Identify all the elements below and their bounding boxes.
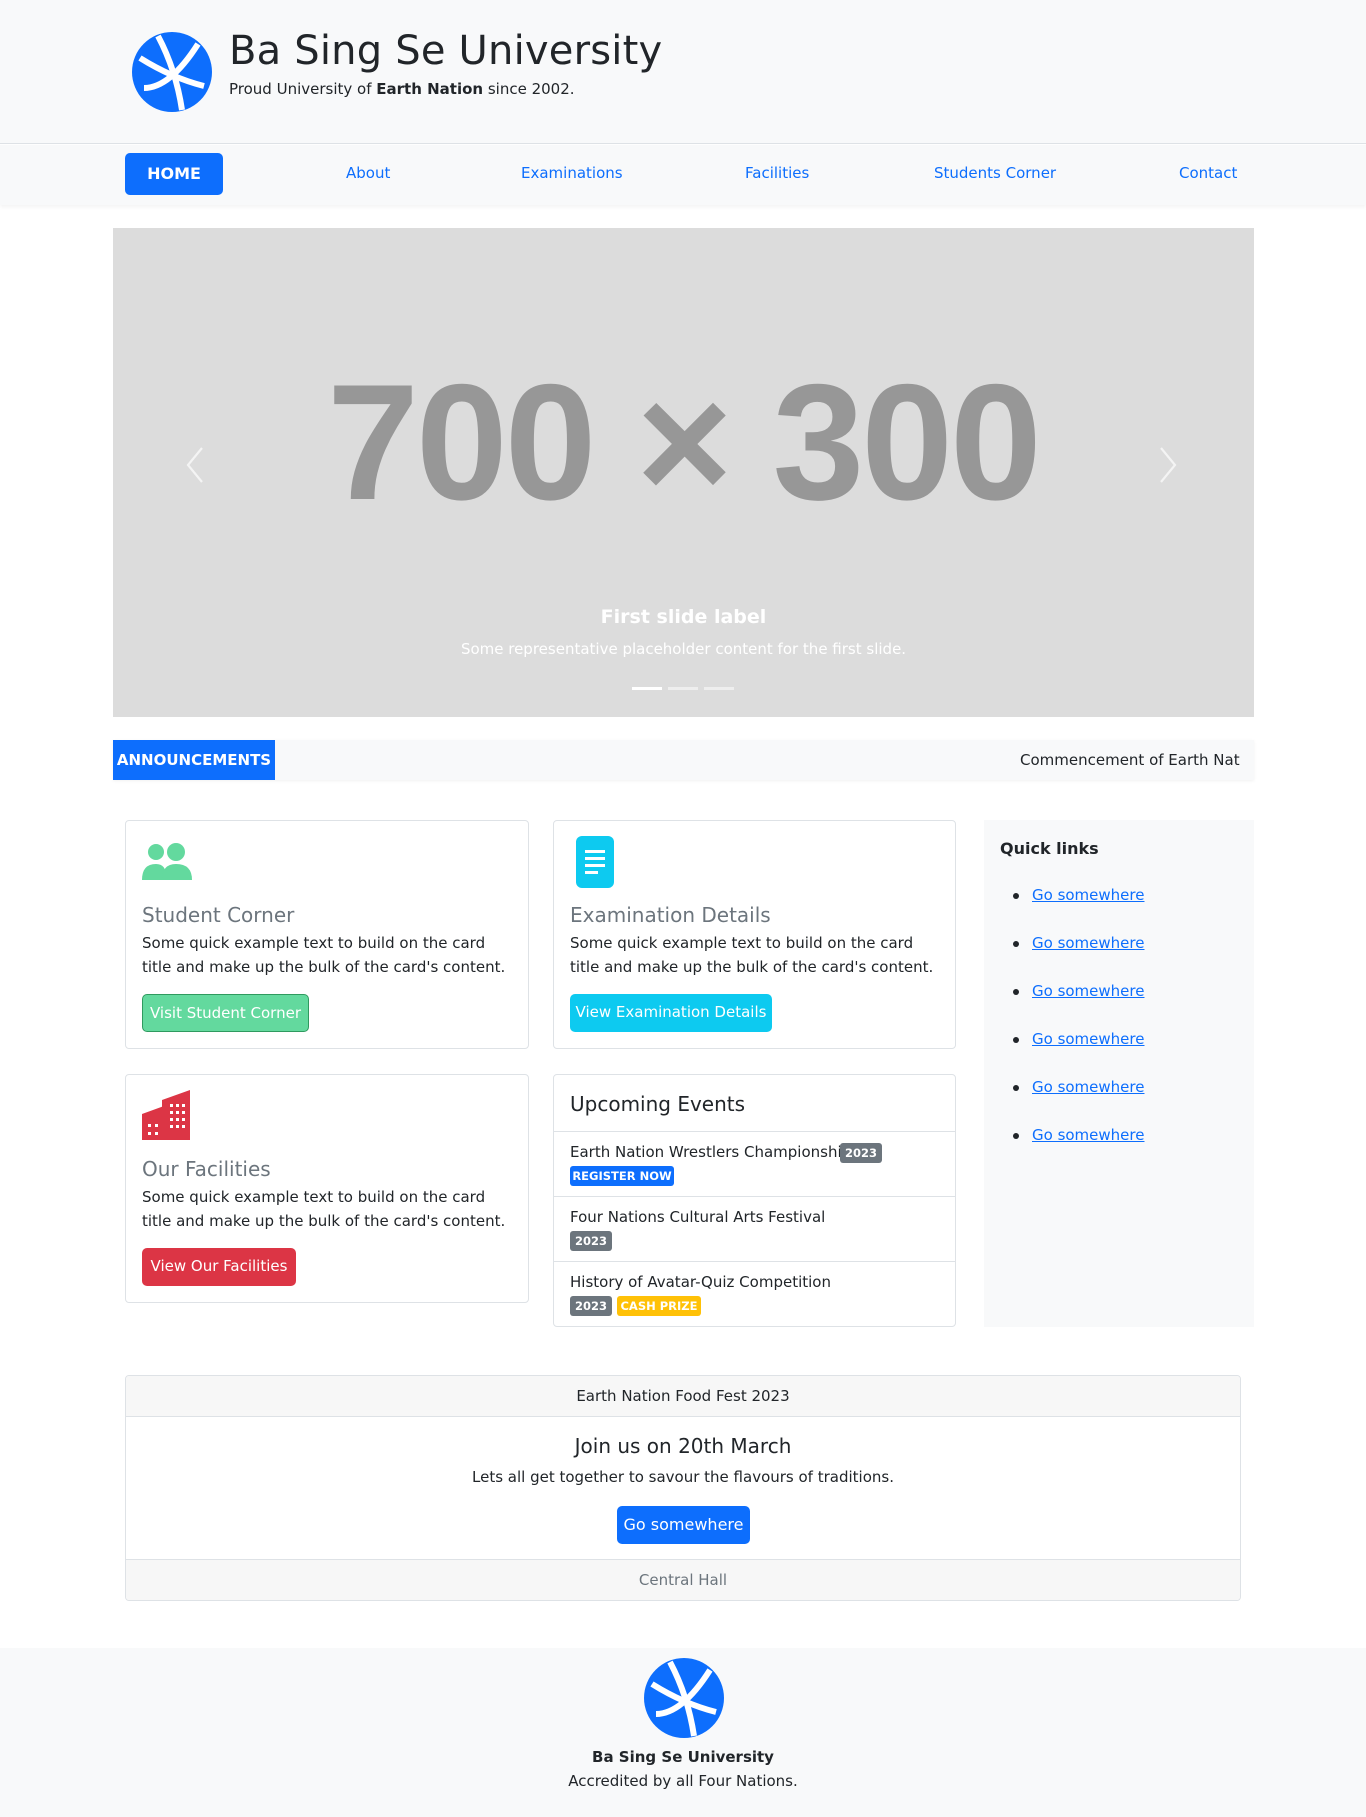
event-item[interactable] [554,1196,955,1261]
nav-link-examinations[interactable]: Examinations [521,164,623,182]
quick-link[interactable]: Go somewhere [1032,1078,1144,1096]
nav-link-contact[interactable]: Contact [1179,164,1237,182]
our-facilities-title: Our Facilities [142,1157,271,1181]
list-bullet [1013,893,1019,899]
footer-title: Ba Sing Se University [592,1748,774,1766]
event-item[interactable] [554,1131,955,1196]
visit-student-corner-button[interactable]: Visit Student Corner [142,994,309,1032]
quick-link[interactable]: Go somewhere [1032,1030,1144,1048]
globe-icon [644,1658,724,1738]
building-icon [142,1090,190,1140]
site-title: Ba Sing Se University [229,28,663,74]
quick-link[interactable]: Go somewhere [1032,982,1144,1000]
cash-prize-badge: CASH PRIZE [617,1296,701,1316]
quick-links-title: Quick links [1000,839,1099,858]
food-fest-footer: Central Hall [126,1559,1240,1600]
announcements-ticker-text: Commencement of Earth Nation [1020,751,1240,769]
quick-link[interactable]: Go somewhere [1032,1126,1144,1144]
our-facilities-text: Some quick example text to build on the … [142,1188,506,1230]
nav-link-facilities[interactable]: Facilities [745,164,809,182]
carousel-indicator-1[interactable] [632,687,662,690]
list-bullet [1013,941,1019,947]
document-icon [576,836,614,888]
event-year-badge: 2023 [570,1231,612,1251]
student-corner-title: Student Corner [142,903,295,927]
footer-subtitle: Accredited by all Four Nations. [568,1772,798,1790]
list-bullet [1013,1133,1019,1139]
carousel-indicator-3[interactable] [704,687,734,690]
list-bullet [1013,989,1019,995]
view-examination-details-button[interactable]: View Examination Details [570,994,772,1032]
event-name: Four Nations Cultural Arts Festival [570,1208,826,1226]
event-name: Earth Nation Wrestlers Championship [570,1143,852,1161]
food-fest-card: Earth Nation Food Fest 2023 Join us on 2… [125,1375,1241,1601]
quick-link[interactable]: Go somewhere [1032,886,1144,904]
upcoming-events-title: Upcoming Events [570,1092,746,1116]
student-corner-text: Some quick example text to build on the … [142,934,506,976]
nav-link-about[interactable]: About [346,164,390,182]
chevron-left-icon[interactable] [180,440,210,490]
nav-link-students-corner[interactable]: Students Corner [934,164,1056,182]
examination-details-title: Examination Details [570,903,771,927]
event-item[interactable] [554,1261,955,1326]
carousel-caption-text: Some representative placeholder content … [460,640,907,658]
announcements-label: ANNOUNCEMENTS [113,740,275,780]
quick-link[interactable]: Go somewhere [1032,934,1144,952]
go-somewhere-button[interactable]: Go somewhere [617,1506,750,1544]
nav-home-button[interactable]: HOME [125,153,223,195]
view-our-facilities-button[interactable]: View Our Facilities [142,1248,296,1286]
list-bullet [1013,1085,1019,1091]
carousel-indicator-2[interactable] [668,687,698,690]
list-bullet [1013,1037,1019,1043]
food-fest-title: Join us on 20th March [574,1434,792,1458]
examination-details-text: Some quick example text to build on the … [570,934,934,976]
site-subtitle: Proud University of Earth Nation since 2… [229,80,575,98]
food-fest-header: Earth Nation Food Fest 2023 [126,1376,1240,1417]
food-fest-text: Lets all get together to savour the flav… [472,1468,894,1486]
main-navbar: HOME About Examinations Facilities Stude… [0,145,1366,205]
people-icon [142,843,192,880]
globe-icon[interactable] [130,30,214,114]
register-now-badge[interactable]: REGISTER NOW [570,1166,674,1186]
event-year-badge: 2023 [840,1143,882,1163]
event-year-badge: 2023 [570,1296,612,1316]
chevron-right-icon[interactable] [1153,440,1183,490]
carousel-caption-title: First slide label [600,606,767,628]
event-name: History of Avatar-Quiz Competition [570,1273,831,1291]
